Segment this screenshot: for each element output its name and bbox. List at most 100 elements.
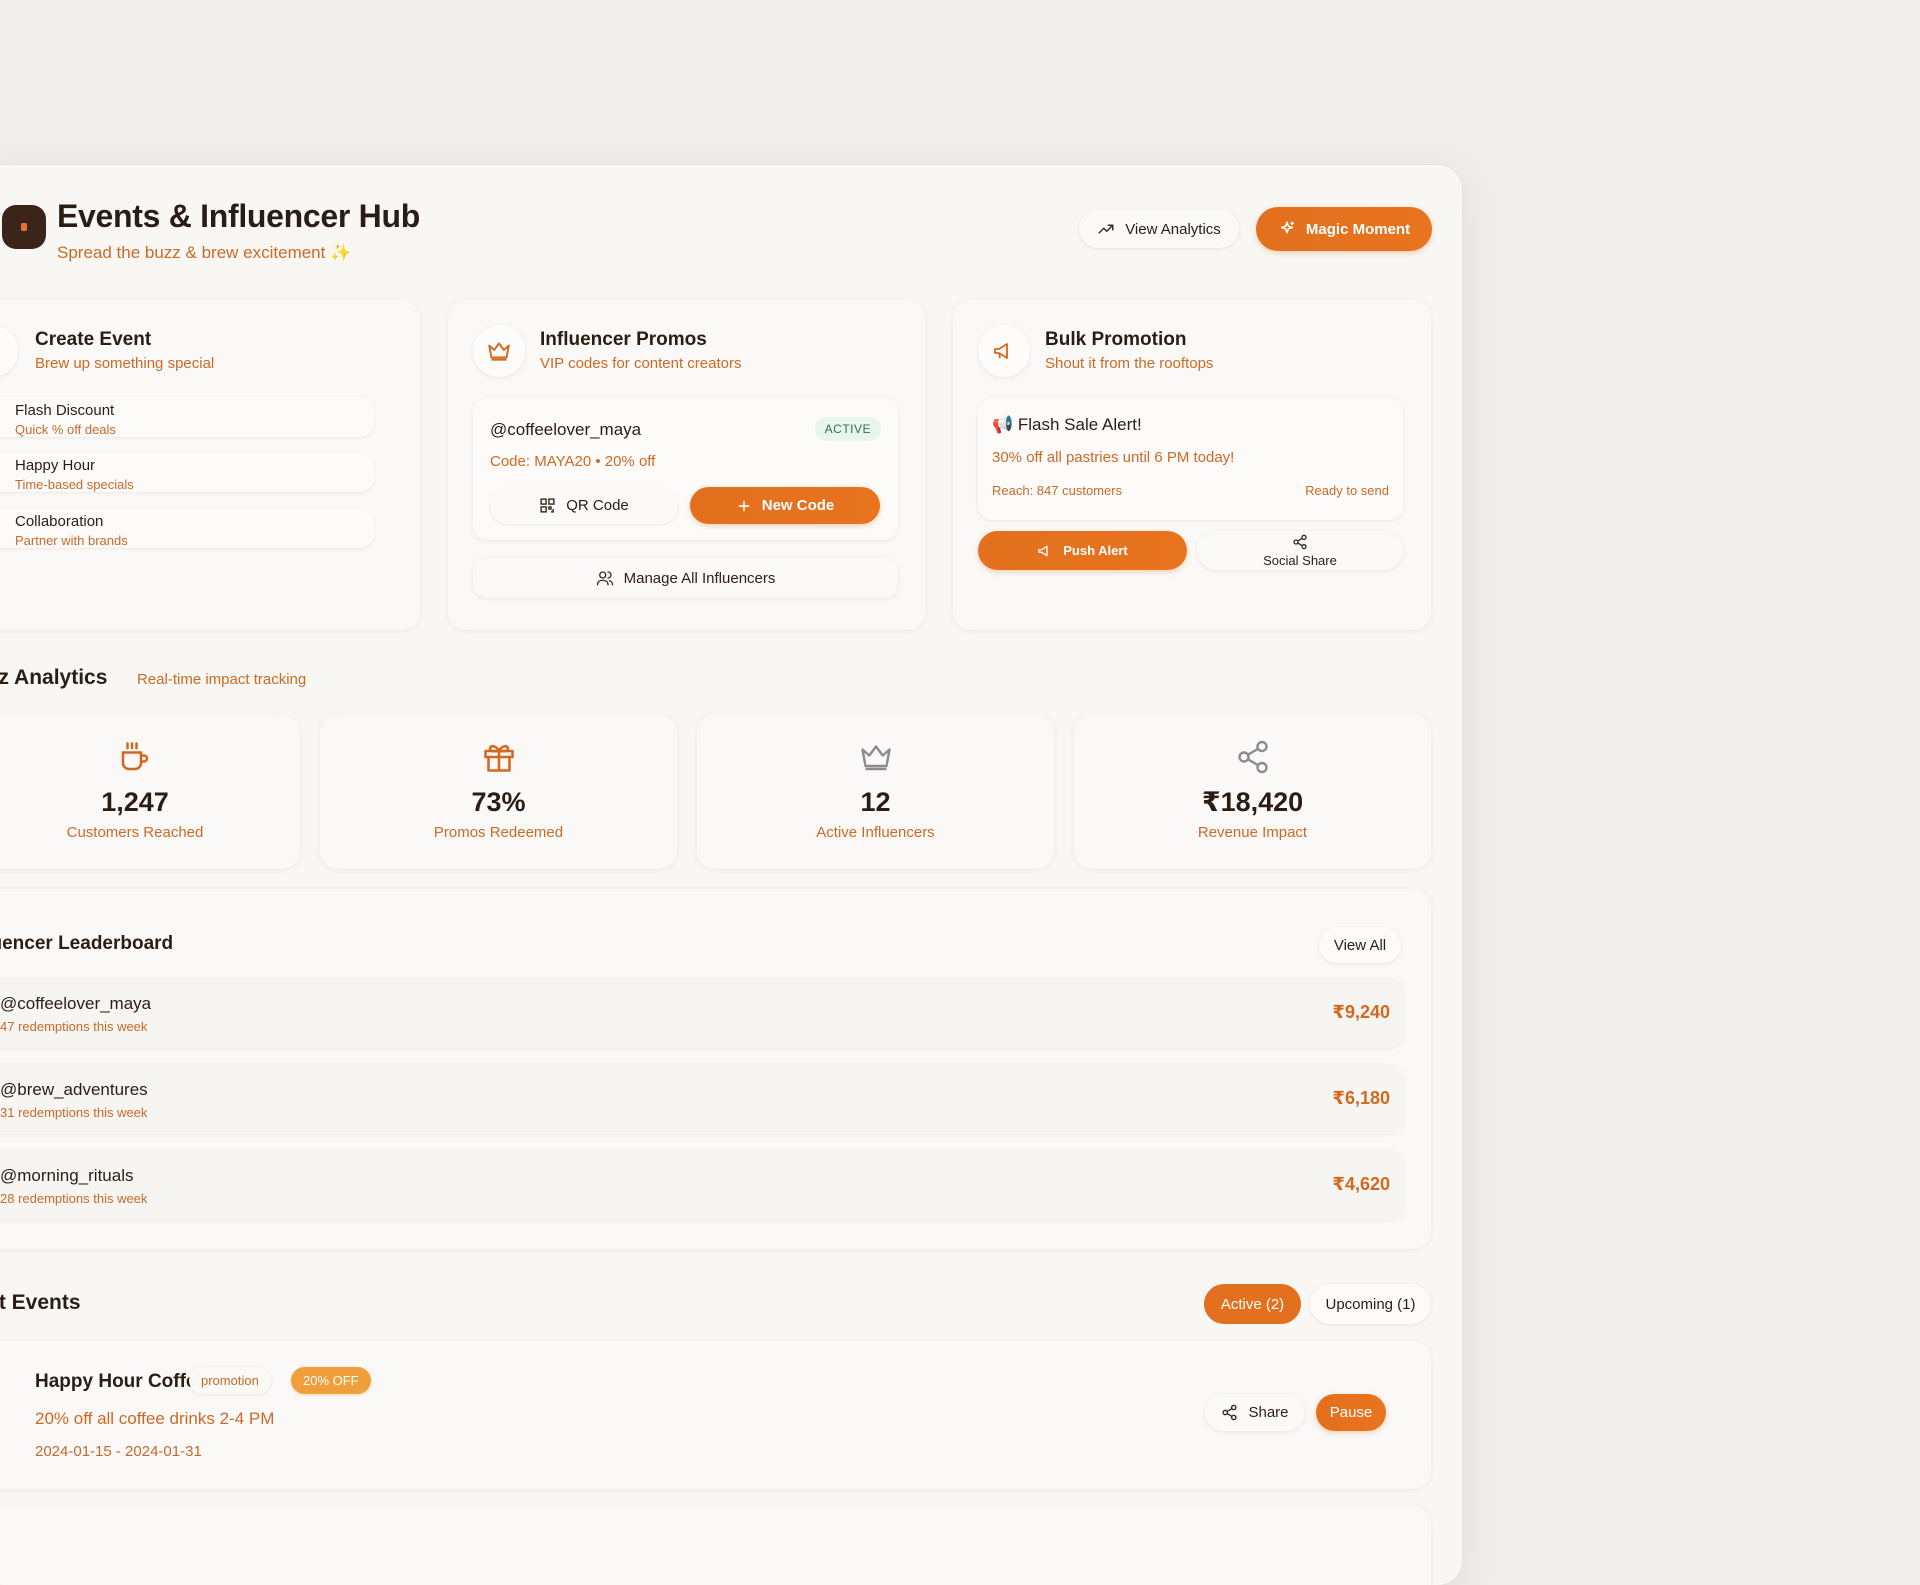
qr-code-button[interactable]: QR Code bbox=[490, 487, 678, 524]
events-panel: Events & Influencer Hub Spread the buzz … bbox=[0, 165, 1462, 1585]
event-type-sub: Partner with brands bbox=[15, 533, 128, 548]
qr-code-label: QR Code bbox=[566, 497, 629, 514]
stat-value: 12 bbox=[860, 787, 891, 817]
users-icon bbox=[596, 569, 614, 587]
crown-icon bbox=[858, 739, 894, 775]
stat-label: Active Influencers bbox=[816, 824, 935, 841]
share-icon bbox=[1292, 534, 1308, 550]
influencer-promos-subtitle: VIP codes for content creators bbox=[540, 355, 742, 372]
event-type-sub: Time-based specials bbox=[15, 477, 134, 492]
magic-moment-button[interactable]: Magic Moment bbox=[1256, 207, 1432, 251]
stat-value: ₹18,420 bbox=[1201, 787, 1304, 817]
create-event-card: Create Event Brew up something special F… bbox=[0, 300, 420, 630]
megaphone-icon bbox=[978, 325, 1030, 377]
share-button[interactable]: Share bbox=[1205, 1394, 1305, 1431]
leaderboard-handle: @coffeelover_maya bbox=[0, 994, 152, 1013]
leaderboard-handle: @brew_adventures bbox=[0, 1080, 148, 1099]
magic-moment-label: Magic Moment bbox=[1305, 220, 1411, 238]
event-name: Happy Hour Coffee bbox=[35, 1371, 208, 1392]
stat-card-promos: 73% Promos Redeemed bbox=[320, 715, 677, 869]
reach-text: Reach: 847 customers bbox=[992, 483, 1123, 498]
influencer-handle: @coffeelover_maya bbox=[490, 420, 642, 439]
event-type-happy-hour[interactable]: Happy Hour Time-based specials bbox=[0, 452, 374, 492]
stat-card-revenue: ₹18,420 Revenue Impact bbox=[1074, 715, 1431, 869]
manage-influencers-button[interactable]: Manage All Influencers bbox=[473, 558, 898, 598]
view-analytics-label: View Analytics bbox=[1125, 220, 1221, 238]
create-event-title: Create Event bbox=[35, 329, 152, 350]
stat-label: Customers Reached bbox=[66, 824, 204, 841]
ready-text: Ready to send bbox=[1305, 483, 1389, 498]
megaphone-icon bbox=[1037, 543, 1053, 559]
page-subtitle: Spread the buzz & brew excitement ✨ bbox=[57, 243, 352, 262]
promo-code-text: Code: MAYA20 • 20% off bbox=[490, 453, 656, 470]
coffee-cup-icon bbox=[117, 739, 153, 775]
stat-card-customers: 1,247 Customers Reached bbox=[0, 715, 300, 869]
event-type-flash-discount[interactable]: Flash Discount Quick % off deals bbox=[0, 397, 374, 437]
analytics-subtitle: Real-time impact tracking bbox=[137, 671, 307, 688]
view-analytics-button[interactable]: View Analytics bbox=[1079, 210, 1239, 248]
alert-body: 30% off all pastries until 6 PM today! bbox=[992, 449, 1235, 466]
influencer-promos-card: Influencer Promos VIP codes for content … bbox=[448, 300, 925, 630]
share-icon bbox=[1235, 739, 1271, 775]
leaderboard-row[interactable]: @brew_adventures 31 redemptions this wee… bbox=[0, 1064, 1404, 1134]
current-events-title: Current Events bbox=[0, 1291, 81, 1314]
event-type-sub: Quick % off deals bbox=[15, 422, 116, 437]
crown-icon bbox=[473, 325, 525, 377]
event-type-collaboration[interactable]: Collaboration Partner with brands bbox=[0, 508, 374, 548]
social-share-button[interactable]: Social Share bbox=[1197, 531, 1403, 570]
stat-card-influencers: 12 Active Influencers bbox=[697, 715, 1054, 869]
trending-up-icon bbox=[1097, 220, 1115, 238]
plus-icon bbox=[736, 498, 752, 514]
new-code-label: New Code bbox=[761, 497, 835, 514]
page-title: Events & Influencer Hub bbox=[57, 198, 420, 234]
event-card: Happy Hour Coffee promotion 20% OFF 20% … bbox=[0, 1341, 1431, 1489]
share-icon bbox=[1221, 1404, 1238, 1421]
leaderboard-sub: 28 redemptions this week bbox=[0, 1191, 148, 1206]
stat-label: Promos Redeemed bbox=[433, 824, 564, 841]
event-type-label: Collaboration bbox=[15, 513, 104, 530]
event-tag: promotion bbox=[189, 1367, 271, 1394]
discount-badge: 20% OFF bbox=[291, 1367, 371, 1394]
tab-upcoming-events[interactable]: Upcoming (1) bbox=[1310, 1284, 1431, 1324]
leaderboard-sub: 47 redemptions this week bbox=[0, 1019, 148, 1034]
leaderboard-amount: ₹6,180 bbox=[1332, 1088, 1390, 1108]
push-alert-button[interactable]: Push Alert bbox=[978, 531, 1187, 570]
tab-active-events[interactable]: Active (2) bbox=[1204, 1284, 1301, 1324]
view-all-button[interactable]: View All bbox=[1319, 927, 1401, 963]
leaderboard-amount: ₹9,240 bbox=[1332, 1002, 1390, 1022]
manage-influencers-label: Manage All Influencers bbox=[623, 569, 776, 587]
event-dates: 2024-01-15 - 2024-01-31 bbox=[35, 1443, 202, 1460]
sparkles-icon bbox=[1278, 220, 1296, 238]
event-type-label: Flash Discount bbox=[15, 402, 115, 419]
create-event-subtitle: Brew up something special bbox=[35, 355, 215, 372]
leaderboard-title: Influencer Leaderboard bbox=[0, 933, 174, 954]
leaderboard-sub: 31 redemptions this week bbox=[0, 1105, 148, 1120]
flash-sale-preview: 📢 Flash Sale Alert! 30% off all pastries… bbox=[978, 398, 1403, 520]
event-description: 20% off all coffee drinks 2-4 PM bbox=[35, 1409, 275, 1428]
gift-icon bbox=[481, 739, 517, 775]
new-code-button[interactable]: New Code bbox=[690, 487, 880, 524]
app-logo bbox=[2, 205, 46, 249]
push-alert-label: Push Alert bbox=[1063, 543, 1128, 558]
status-badge: ACTIVE bbox=[814, 417, 881, 441]
qr-code-icon bbox=[539, 497, 556, 514]
share-label: Share bbox=[1248, 1404, 1289, 1421]
analytics-title: Buzz Analytics bbox=[0, 666, 108, 689]
event-type-label: Happy Hour bbox=[15, 457, 96, 474]
social-share-label: Social Share bbox=[1263, 552, 1337, 568]
stat-label: Revenue Impact bbox=[1197, 824, 1308, 841]
leaderboard-amount: ₹4,620 bbox=[1332, 1174, 1390, 1194]
bulk-promotion-title: Bulk Promotion bbox=[1045, 329, 1187, 350]
event-card-next bbox=[0, 1507, 1431, 1585]
magic-wand-icon bbox=[0, 325, 18, 377]
pause-button[interactable]: Pause bbox=[1316, 1394, 1386, 1431]
bulk-promotion-card: Bulk Promotion Shout it from the rooftop… bbox=[953, 300, 1431, 630]
influencer-promos-title: Influencer Promos bbox=[540, 329, 707, 350]
leaderboard-card: Influencer Leaderboard View All @coffeel… bbox=[0, 889, 1431, 1249]
leaderboard-row[interactable]: @coffeelover_maya 47 redemptions this we… bbox=[0, 978, 1404, 1048]
leaderboard-handle: @morning_rituals bbox=[0, 1166, 134, 1185]
leaderboard-row[interactable]: @morning_rituals 28 redemptions this wee… bbox=[0, 1150, 1404, 1220]
alert-title: 📢 Flash Sale Alert! bbox=[992, 415, 1142, 434]
stat-value: 1,247 bbox=[101, 787, 169, 817]
promo-code-card: @coffeelover_maya ACTIVE Code: MAYA20 • … bbox=[473, 398, 898, 540]
